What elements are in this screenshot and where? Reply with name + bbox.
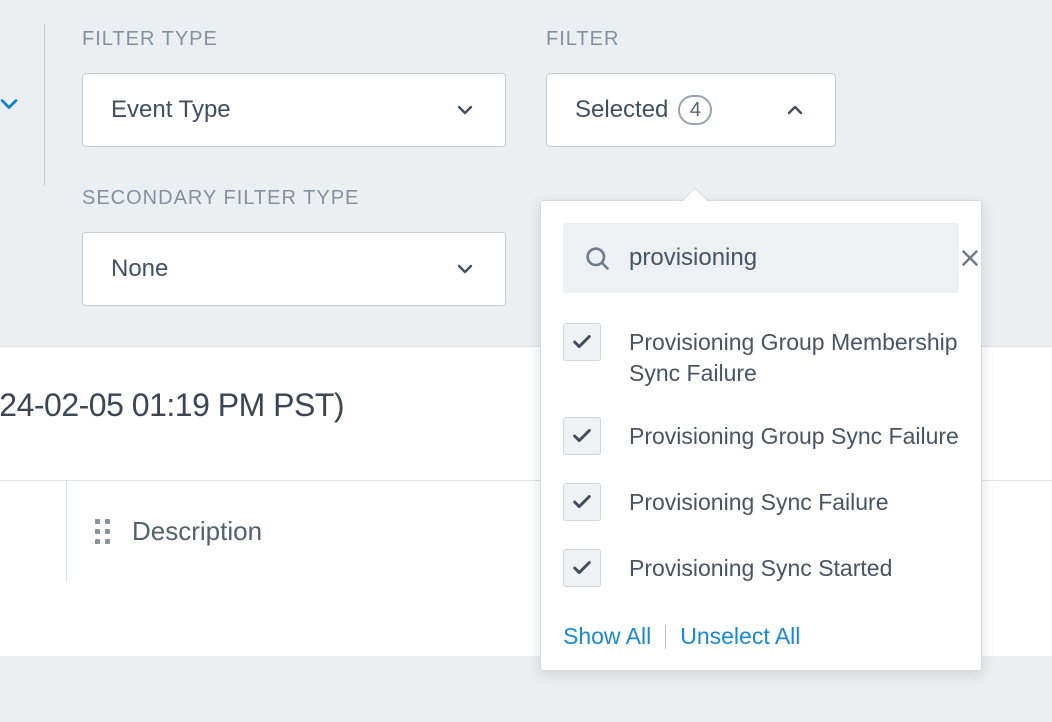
clear-search-icon[interactable] <box>957 245 983 271</box>
section-divider <box>44 24 45 186</box>
collapse-chevron-icon[interactable] <box>0 90 23 118</box>
filter-search-box[interactable] <box>563 223 959 293</box>
table-header-spacer <box>0 481 67 582</box>
filter-option-label: Provisioning Sync Failure <box>629 483 889 518</box>
show-all-link[interactable]: Show All <box>563 623 651 650</box>
secondary-filter-type-dropdown[interactable]: None <box>82 232 506 306</box>
filter-option[interactable]: Provisioning Sync Started <box>563 549 959 587</box>
checkbox-checked[interactable] <box>563 323 601 361</box>
search-icon <box>583 244 611 272</box>
filter-type-value: Event Type <box>111 96 231 124</box>
drag-handle-icon[interactable] <box>95 519 110 544</box>
filter-option-label: Provisioning Group Membership Sync Failu… <box>629 323 959 389</box>
filter-type-dropdown[interactable]: Event Type <box>82 73 506 147</box>
filter-popover: Provisioning Group Membership Sync Failu… <box>540 200 982 671</box>
filter-count-badge: 4 <box>678 95 712 125</box>
chevron-down-icon <box>453 98 477 122</box>
chevron-down-icon <box>453 257 477 281</box>
filter-option-label: Provisioning Group Sync Failure <box>629 417 959 452</box>
filter-label: FILTER <box>546 28 836 51</box>
filter-option[interactable]: Provisioning Group Membership Sync Failu… <box>563 323 959 389</box>
filter-search-input[interactable] <box>629 244 939 272</box>
filter-option-label: Provisioning Sync Started <box>629 549 892 584</box>
filter-type-label: FILTER TYPE <box>82 28 506 51</box>
filter-option[interactable]: Provisioning Sync Failure <box>563 483 959 521</box>
secondary-filter-type-value: None <box>111 255 168 283</box>
filter-option[interactable]: Provisioning Group Sync Failure <box>563 417 959 455</box>
popover-actions: Show All Unselect All <box>563 623 959 650</box>
column-description-label: Description <box>132 516 262 547</box>
checkbox-checked[interactable] <box>563 549 601 587</box>
filter-dropdown[interactable]: Selected 4 <box>546 73 836 147</box>
checkbox-checked[interactable] <box>563 417 601 455</box>
actions-separator <box>665 625 666 649</box>
filter-options-list: Provisioning Group Membership Sync Failu… <box>563 323 959 587</box>
chevron-up-icon <box>783 98 807 122</box>
checkbox-checked[interactable] <box>563 483 601 521</box>
filter-selected-text: Selected <box>575 96 668 124</box>
unselect-all-link[interactable]: Unselect All <box>680 623 800 650</box>
